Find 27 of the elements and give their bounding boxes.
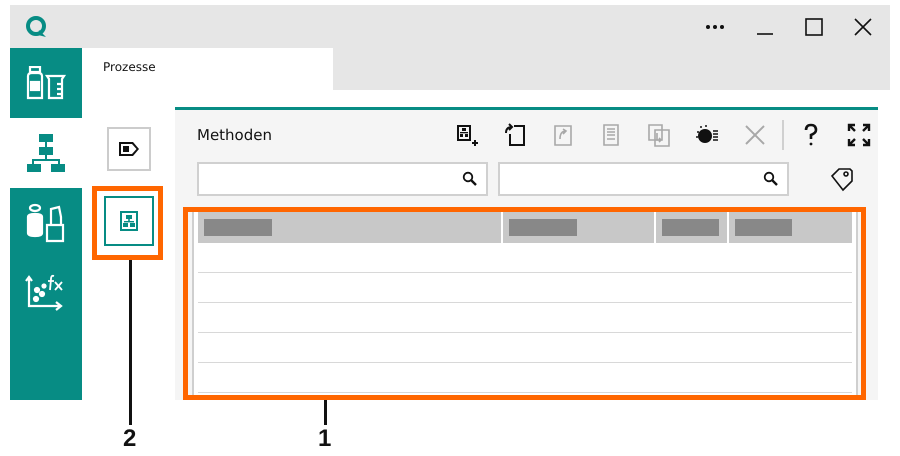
search-field[interactable]	[498, 162, 789, 196]
maximize-icon[interactable]	[805, 18, 823, 36]
bottles-icon	[24, 66, 68, 100]
search-icon	[763, 171, 779, 187]
expand-icon[interactable]	[846, 122, 872, 148]
logo-icon	[26, 16, 48, 38]
close-icon[interactable]	[854, 18, 872, 36]
search-field[interactable]	[197, 162, 488, 196]
tab[interactable]: Prozesse	[82, 48, 333, 90]
samples-icon	[25, 203, 67, 243]
column-header[interactable]	[729, 212, 852, 243]
panel-title: Methoden	[197, 126, 272, 144]
more-icon[interactable]	[705, 24, 725, 30]
column-header[interactable]	[198, 212, 501, 243]
method-icon	[118, 210, 138, 232]
callout-number: 1	[318, 425, 332, 453]
tag-icon[interactable]	[829, 166, 855, 192]
hierarchy-icon	[25, 132, 67, 174]
column-header[interactable]	[503, 212, 654, 243]
leader-line	[324, 400, 327, 425]
callout-number: 2	[123, 425, 136, 453]
label-tag-icon	[118, 141, 140, 157]
document-arrow-icon[interactable]	[502, 122, 528, 148]
search-icon	[462, 171, 478, 187]
add-method-icon[interactable]	[454, 122, 480, 148]
column-header[interactable]	[656, 212, 727, 243]
subnav-button[interactable]	[106, 127, 150, 171]
